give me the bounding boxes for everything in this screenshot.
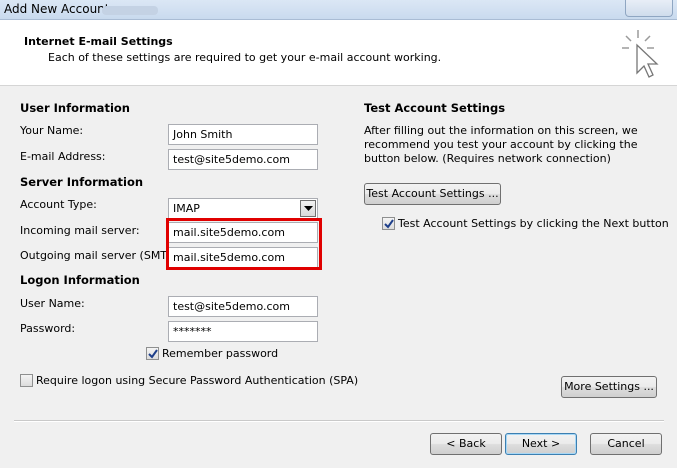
test-account-settings-button[interactable]: Test Account Settings ... xyxy=(364,183,501,205)
user-name-input[interactable]: test@site5demo.com xyxy=(168,296,318,317)
title-bar: Add New Account xyxy=(0,0,677,20)
next-button[interactable]: Next > xyxy=(505,433,577,455)
cursor-sparkle-icon xyxy=(622,30,659,78)
email-address-label: E-mail Address: xyxy=(20,150,106,163)
test-on-next-label: Test Account Settings by clicking the Ne… xyxy=(398,217,669,230)
remember-password-checkbox[interactable] xyxy=(146,347,159,360)
server-fields-highlight-box xyxy=(166,218,322,270)
footer-divider-highlight xyxy=(14,421,664,422)
account-type-label: Account Type: xyxy=(20,198,97,211)
your-name-label: Your Name: xyxy=(20,124,84,137)
blurred-title-text xyxy=(102,6,158,15)
user-name-label: User Name: xyxy=(20,297,85,310)
header-subtitle: Each of these settings are required to g… xyxy=(48,51,442,64)
your-name-input[interactable]: John Smith xyxy=(168,124,318,145)
test-settings-description: After filling out the information on thi… xyxy=(364,124,638,165)
more-settings-button[interactable]: More Settings ... xyxy=(561,376,657,398)
chevron-down-icon[interactable] xyxy=(300,200,316,217)
password-input[interactable]: ******* xyxy=(168,321,318,342)
header-title: Internet E-mail Settings xyxy=(24,35,173,48)
spa-label: Require logon using Secure Password Auth… xyxy=(36,374,359,387)
incoming-server-label: Incoming mail server: xyxy=(20,224,140,237)
window-title: Add New Account xyxy=(4,2,110,16)
cancel-button[interactable]: Cancel xyxy=(590,433,662,455)
close-window-button[interactable] xyxy=(625,0,673,17)
outgoing-server-label: Outgoing mail server (SMTP): xyxy=(20,249,182,262)
remember-password-label: Remember password xyxy=(162,347,279,360)
back-button[interactable]: < Back xyxy=(430,433,502,455)
email-address-input[interactable]: test@site5demo.com xyxy=(168,149,318,170)
wizard-header: Internet E-mail Settings Each of these s… xyxy=(0,20,677,86)
server-information-heading: Server Information xyxy=(20,175,144,189)
password-label: Password: xyxy=(20,322,76,335)
user-information-heading: User Information xyxy=(20,101,130,115)
account-type-value: IMAP xyxy=(173,202,200,215)
test-account-settings-heading: Test Account Settings xyxy=(364,101,506,115)
account-type-select[interactable]: IMAP xyxy=(168,198,318,219)
logon-information-heading: Logon Information xyxy=(20,273,140,287)
test-on-next-checkbox[interactable] xyxy=(382,217,395,230)
spa-checkbox[interactable] xyxy=(20,374,33,387)
